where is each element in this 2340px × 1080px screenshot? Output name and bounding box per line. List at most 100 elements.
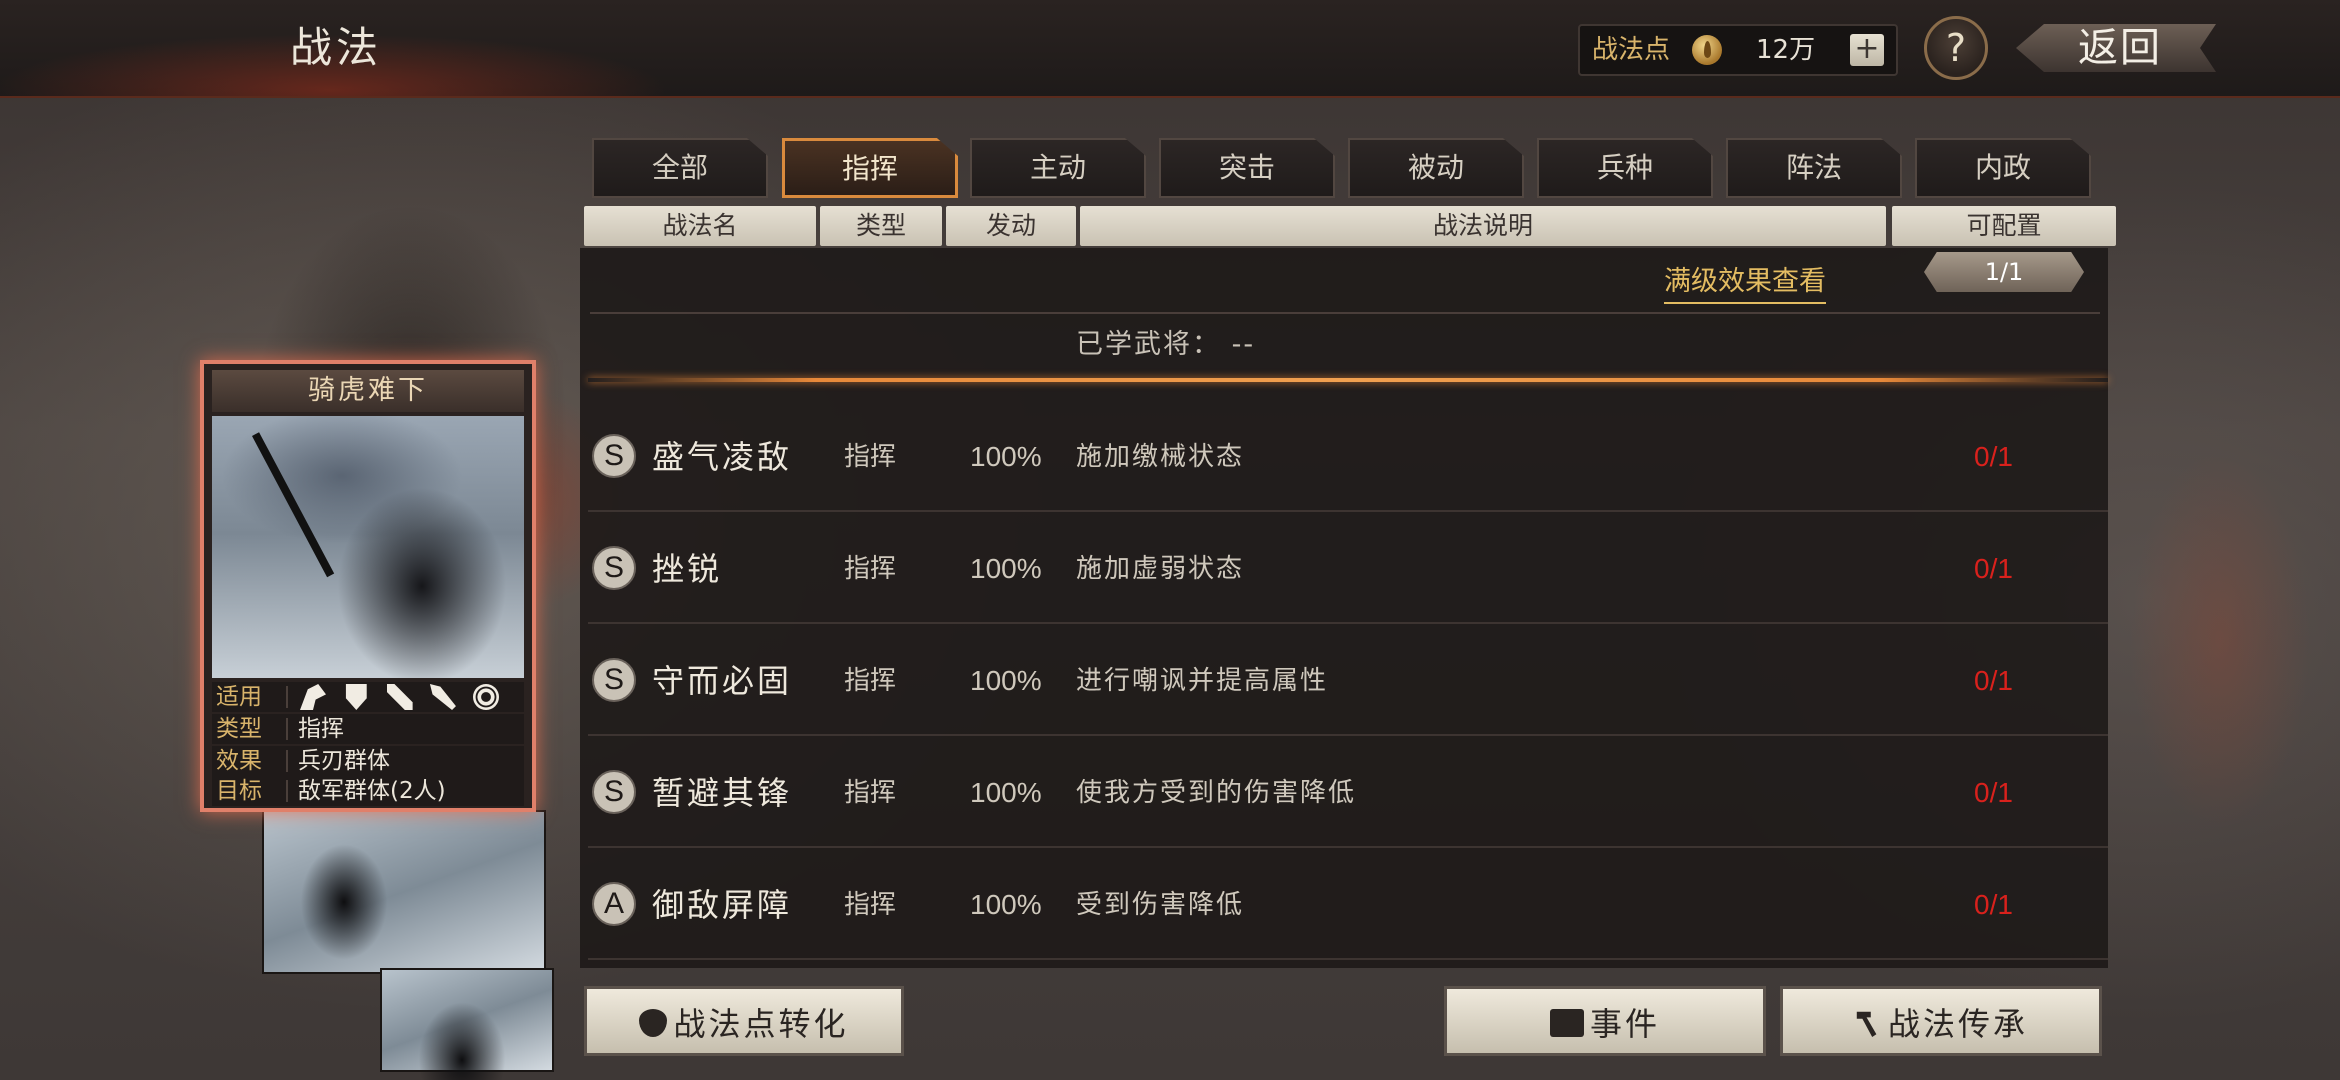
back-button-label: 返回: [2078, 25, 2162, 71]
skill-description: 施加缴械状态: [1076, 442, 1245, 472]
card-row-separator: [286, 780, 288, 802]
learned-generals-label: 已学武将： --: [1076, 329, 1256, 360]
skill-trigger-rate: 100%: [970, 889, 1042, 920]
inherit-skill-label: 战法传承: [1887, 1005, 2028, 1043]
shield-icon: [345, 684, 367, 710]
page-title: 战法: [290, 23, 383, 72]
card-effect-value: 兵刃群体: [298, 748, 390, 774]
droplet-icon: [639, 1009, 668, 1037]
skill-config-count: 0/1: [1974, 553, 2013, 584]
skill-config-count: 0/1: [1974, 777, 2013, 808]
skill-config-count: 0/1: [1974, 665, 2013, 696]
add-points-button[interactable]: +: [1850, 34, 1884, 66]
card-apply-label: 适用: [216, 684, 262, 710]
tab-formation[interactable]: 阵法: [1726, 138, 1902, 198]
skill-name: 御敌屏障: [652, 886, 793, 924]
skill-row[interactable]: A 御敌屏障 指挥 100% 受到伤害降低 0/1: [588, 852, 2108, 960]
skill-row[interactable]: S 暂避其锋 指挥 100% 使我方受到的伤害降低 0/1: [588, 740, 2108, 848]
wheel-icon: [473, 684, 500, 710]
skill-trigger-rate: 100%: [970, 553, 1042, 584]
skill-trigger-rate: 100%: [970, 777, 1042, 808]
column-header-configurable[interactable]: 可配置: [1892, 206, 2116, 246]
skill-description: 受到伤害降低: [1076, 890, 1245, 920]
card-artwork: [212, 416, 524, 678]
card-target-label: 目标: [216, 778, 262, 804]
inherit-skill-button[interactable]: 战法传承: [1780, 986, 2102, 1056]
top-bar: 战法 战法点 12万 + ? 返回: [0, 0, 2340, 98]
sword-silhouette: [252, 432, 335, 578]
skill-config-count: 0/1: [1974, 889, 2013, 920]
skill-type: 指挥: [844, 666, 897, 696]
skill-type: 指挥: [844, 778, 897, 808]
convert-points-button[interactable]: 战法点转化: [584, 986, 904, 1056]
card-target-row: 目标 敌军群体(2人): [212, 776, 524, 806]
card-type-label: 类型: [216, 716, 262, 742]
skill-description: 进行嘲讽并提高属性: [1076, 666, 1329, 696]
event-button[interactable]: 事件: [1444, 986, 1766, 1056]
tab-assault[interactable]: 突击: [1159, 138, 1335, 198]
skill-name: 暂避其锋: [652, 774, 793, 812]
stacked-skill-card[interactable]: [262, 810, 546, 974]
help-button[interactable]: ?: [1924, 16, 1988, 80]
highlight-divider: [588, 378, 2108, 382]
skill-description: 使我方受到的伤害降低: [1076, 778, 1357, 808]
page-indicator[interactable]: 1/1: [1924, 252, 2084, 292]
skill-description: 施加虚弱状态: [1076, 554, 1245, 584]
tab-active[interactable]: 主动: [970, 138, 1146, 198]
game-screen: 战法 战法点 12万 + ? 返回 全部 指挥 主动 突击 被动 兵种 阵法 内…: [0, 0, 2340, 1080]
skill-point-coin-icon: [1692, 35, 1722, 65]
skill-row[interactable]: S 挫锐 指挥 100% 施加虚弱状态 0/1: [588, 516, 2108, 624]
skill-type: 指挥: [844, 442, 897, 472]
column-header-trigger[interactable]: 发动: [946, 206, 1076, 246]
event-book-icon: [1549, 1009, 1584, 1037]
hammer-icon: [1856, 1011, 1877, 1037]
skill-name: 挫锐: [652, 550, 723, 588]
card-apply-row: 适用: [212, 682, 524, 712]
tab-passive[interactable]: 被动: [1348, 138, 1524, 198]
skill-row[interactable]: S 守而必固 指挥 100% 进行嘲讽并提高属性 0/1: [588, 628, 2108, 736]
divider: [590, 312, 2100, 314]
event-label: 事件: [1589, 1005, 1660, 1043]
column-header-type[interactable]: 类型: [820, 206, 942, 246]
skill-grade-badge: S: [592, 434, 636, 478]
page-indicator-label: 1/1: [1984, 258, 2024, 286]
skill-grade-badge: S: [592, 546, 636, 590]
card-effect-label: 效果: [216, 748, 262, 774]
stacked-skill-card[interactable]: [380, 968, 554, 1080]
skill-points-label: 战法点: [1592, 35, 1671, 65]
skill-name: 守而必固: [652, 662, 793, 700]
convert-points-label: 战法点转化: [673, 1005, 849, 1043]
background-right-haze: [2100, 380, 2340, 900]
tab-domestic[interactable]: 内政: [1915, 138, 2091, 198]
card-art-silhouette: [392, 980, 532, 1080]
card-type-value: 指挥: [298, 716, 344, 742]
troop-type-icons: [300, 684, 509, 710]
skill-type: 指挥: [844, 890, 897, 920]
skill-type: 指挥: [844, 554, 897, 584]
column-header-description: 战法说明: [1080, 206, 1886, 246]
back-button[interactable]: 返回: [2016, 14, 2216, 82]
spear-icon: [429, 684, 456, 710]
tab-command[interactable]: 指挥: [782, 138, 958, 198]
horse-icon: [300, 684, 326, 710]
tab-troop[interactable]: 兵种: [1537, 138, 1713, 198]
card-row-separator: [286, 686, 288, 708]
card-row-separator: [286, 750, 288, 772]
skill-trigger-rate: 100%: [970, 441, 1042, 472]
skill-trigger-rate: 100%: [970, 665, 1042, 696]
skill-grade-badge: S: [592, 658, 636, 702]
max-level-effect-link[interactable]: 满级效果查看: [1664, 262, 1826, 304]
card-effect-row: 效果 兵刃群体: [212, 746, 524, 776]
skill-row[interactable]: S 盛气凌敌 指挥 100% 施加缴械状态 0/1: [588, 404, 2108, 512]
tab-all[interactable]: 全部: [592, 138, 768, 198]
selected-skill-card[interactable]: 骑虎难下 适用 类型 指挥 效果 兵刃群体 目标 敌军群体(2人): [200, 360, 536, 812]
card-title: 骑虎难下: [212, 370, 524, 412]
skill-config-count: 0/1: [1974, 441, 2013, 472]
skill-points-display: 战法点 12万 +: [1578, 24, 1898, 76]
card-row-separator: [286, 718, 288, 740]
card-art-silhouette: [274, 822, 414, 962]
column-header-name[interactable]: 战法名: [584, 206, 816, 246]
card-target-value: 敌军群体(2人): [298, 778, 446, 804]
skill-name: 盛气凌敌: [652, 438, 793, 476]
skill-grade-badge: A: [592, 882, 636, 926]
